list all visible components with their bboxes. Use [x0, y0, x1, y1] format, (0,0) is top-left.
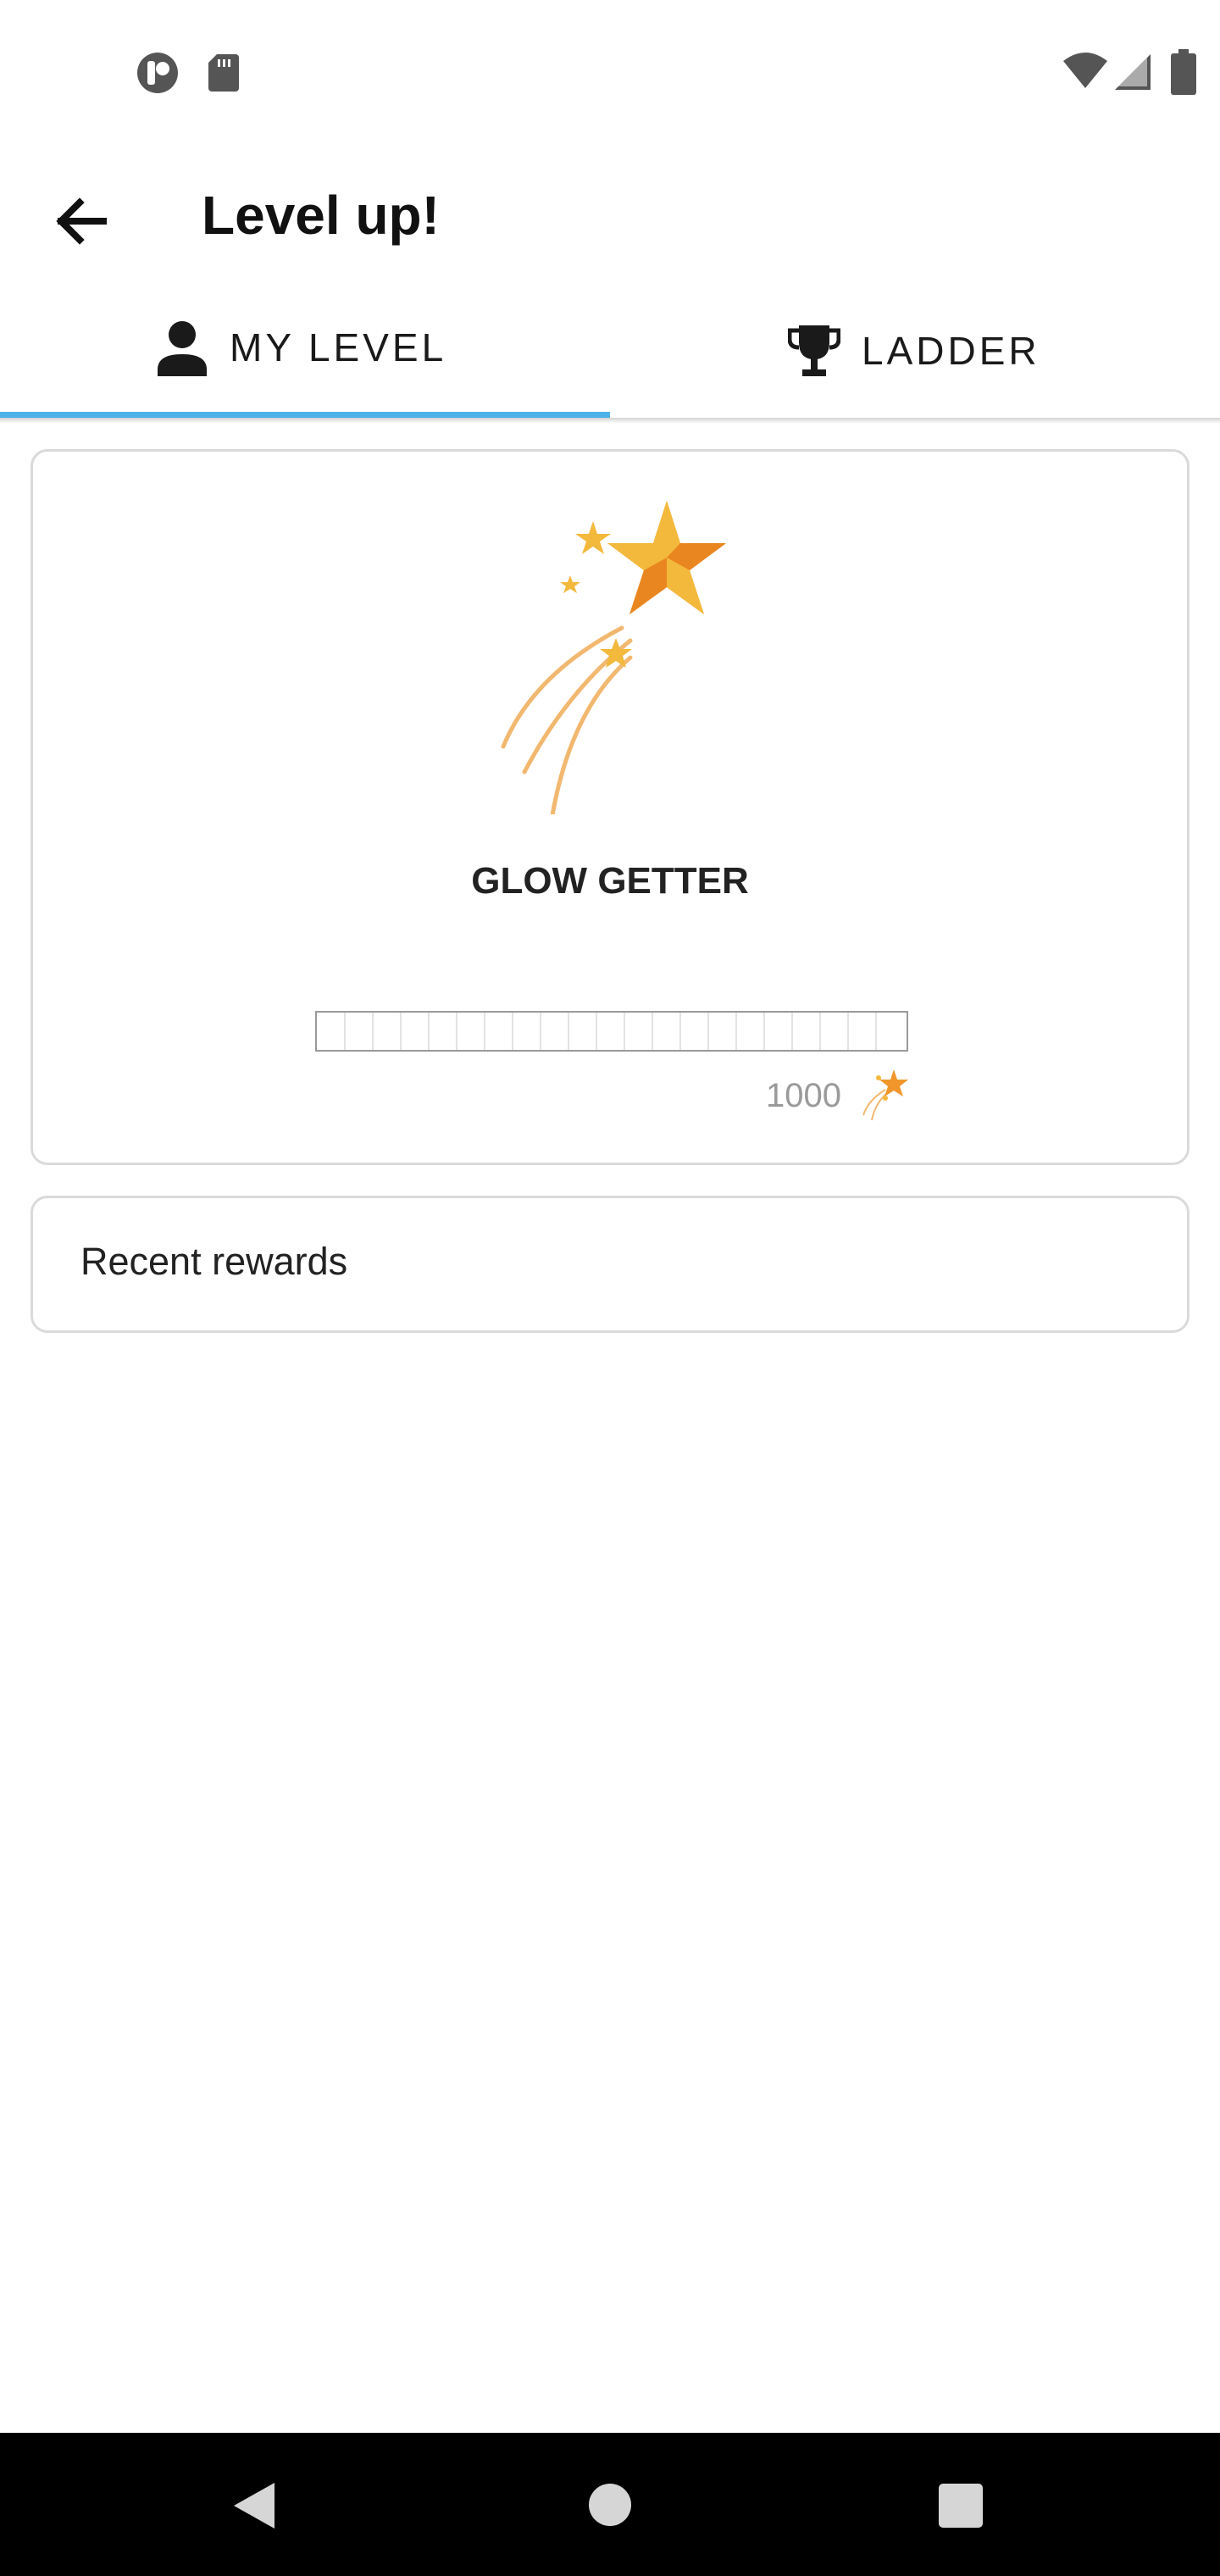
home-nav-icon[interactable]: [588, 2483, 632, 2527]
level-card: GLOW GETTER 1000: [30, 449, 1190, 1165]
sd-card-icon: [208, 54, 239, 92]
tab-ladder-label: LADDER: [862, 329, 1040, 373]
person-icon: [158, 321, 207, 376]
points-target: 1000: [766, 1077, 841, 1114]
shooting-star-small-icon: [862, 1069, 908, 1121]
tab-ladder[interactable]: LADDER: [610, 288, 1220, 415]
status-bar: [0, 0, 1220, 144]
page-title: Level up!: [202, 185, 440, 246]
trophy-icon: [788, 325, 840, 376]
tab-bar: MY LEVEL LADDER: [0, 288, 1220, 420]
tab-my-level-label: MY LEVEL: [230, 325, 447, 369]
signal-icon: [1115, 54, 1151, 90]
level-name: GLOW GETTER: [471, 860, 749, 902]
back-arrow-icon[interactable]: [42, 182, 120, 260]
level-progress-bar: [315, 1011, 908, 1052]
wifi-icon: [1063, 53, 1107, 88]
back-nav-icon[interactable]: [232, 2481, 276, 2530]
battery-icon: [1171, 49, 1196, 95]
navigation-bar: [0, 2433, 1220, 2576]
recent-rewards-label: Recent rewards: [80, 1240, 348, 1283]
tab-bar-shadow: [0, 418, 1220, 424]
shooting-star-icon: [501, 501, 726, 814]
app-bar: Level up!: [0, 144, 1220, 288]
app-notification-icon: [137, 53, 178, 93]
recent-rewards-card[interactable]: Recent rewards: [30, 1196, 1190, 1333]
progress-grid: [344, 1013, 877, 1050]
tab-my-level[interactable]: MY LEVEL: [0, 288, 610, 419]
recents-nav-icon[interactable]: [939, 2484, 983, 2528]
